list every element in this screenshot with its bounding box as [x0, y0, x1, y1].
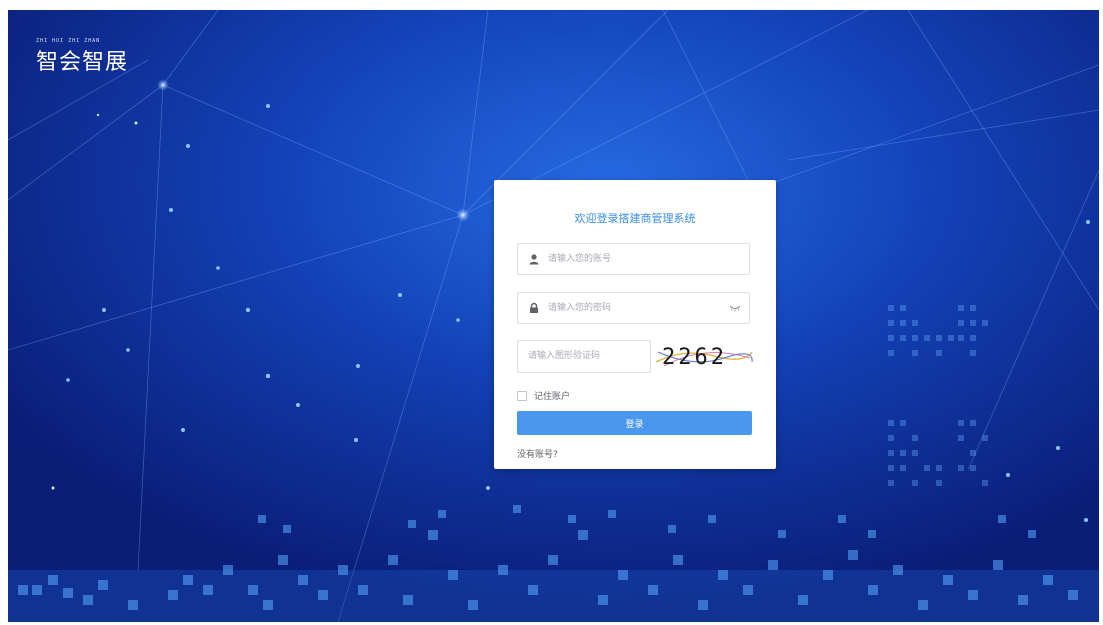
eye-closed-icon[interactable] — [729, 304, 741, 312]
remember-checkbox[interactable] — [517, 390, 527, 401]
captcha-image[interactable]: 2262 — [654, 340, 754, 373]
captcha-text: 2262 — [662, 345, 727, 370]
login-title: 欢迎登录搭建商管理系统 — [574, 212, 696, 225]
login-button[interactable]: 登录 — [517, 411, 752, 435]
login-card: 欢迎登录搭建商管理系统 2262 记住账户 登录 没 — [494, 180, 776, 469]
brand-logo: 智会智展 — [36, 50, 129, 75]
password-field[interactable] — [517, 292, 750, 324]
captcha-field[interactable] — [517, 340, 651, 373]
captcha-input[interactable] — [528, 341, 646, 371]
remember-account[interactable]: 记住账户 — [517, 389, 570, 402]
password-input[interactable] — [548, 293, 728, 323]
register-link[interactable]: 没有账号? — [517, 447, 558, 460]
user-icon — [529, 254, 539, 265]
account-field[interactable] — [517, 243, 750, 275]
lock-icon — [530, 302, 538, 313]
remember-label: 记住账户 — [534, 392, 571, 402]
account-input[interactable] — [548, 244, 728, 274]
